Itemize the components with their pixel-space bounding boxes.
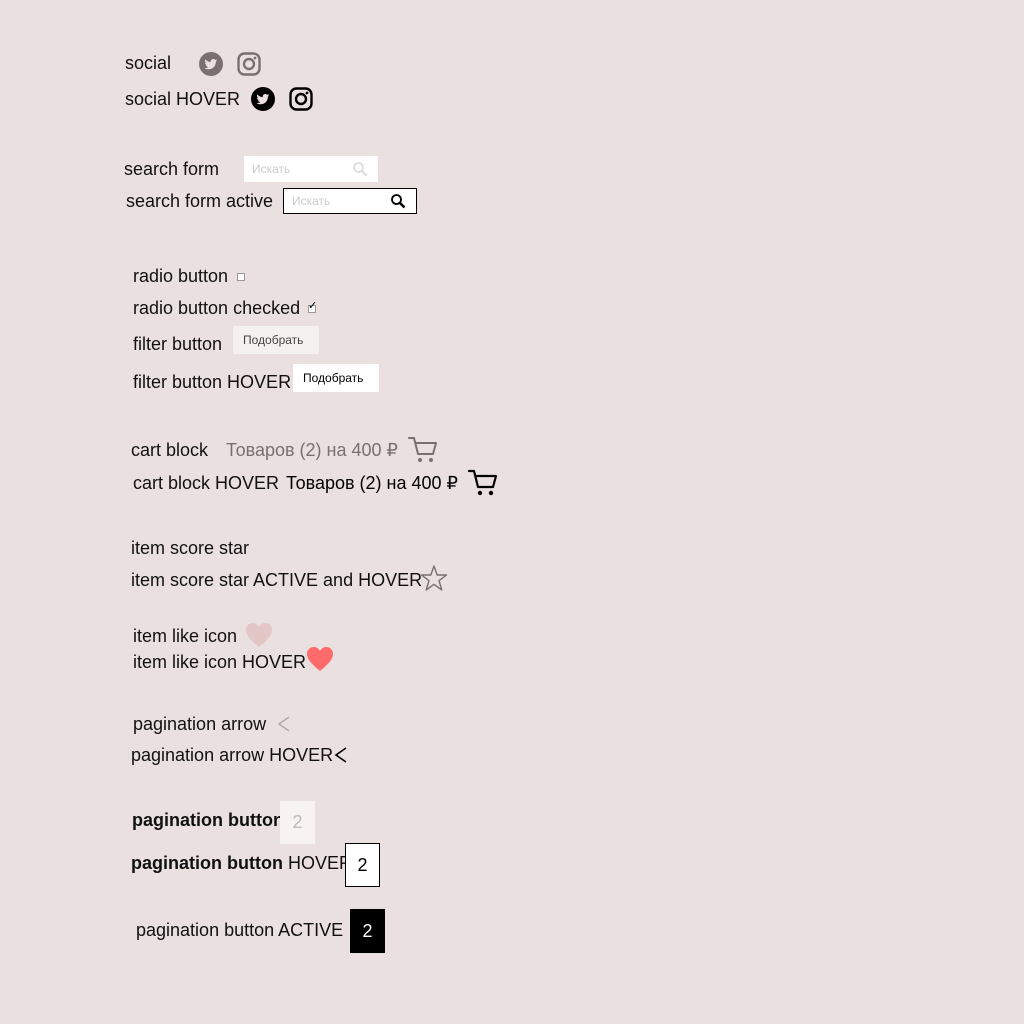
social-label: social <box>125 53 172 73</box>
twitter-icon[interactable] <box>251 87 275 111</box>
cart-block-hover-label: cart block HOVER <box>133 473 280 493</box>
item-score-star-label: item score star <box>131 538 250 558</box>
filter-button-hover-label: filter button HOVER <box>133 372 292 392</box>
search-icon[interactable] <box>390 193 406 209</box>
radio-button-checked[interactable]: ✓ <box>308 300 317 313</box>
pagination-button-label-bold: pagination button <box>131 853 283 873</box>
heart-icon[interactable] <box>245 622 273 648</box>
search-form-active <box>283 188 417 214</box>
pagination-button-hover[interactable]: 2 <box>345 843 380 887</box>
radio-button[interactable] <box>237 273 245 281</box>
pagination-arrow-label: pagination arrow <box>133 714 267 734</box>
item-like-icon-hover-label: item like icon HOVER <box>133 652 307 672</box>
cart-block-label: cart block <box>131 440 209 460</box>
chevron-left-icon[interactable] <box>277 715 291 733</box>
pagination-button-label-hover: HOVER <box>287 853 352 873</box>
pagination-button-hover-label: pagination button HOVER <box>131 853 352 873</box>
cart-summary[interactable]: Товаров (2) на 400 ₽ <box>226 440 398 460</box>
check-icon: ✓ <box>308 300 318 312</box>
cart-icon[interactable] <box>408 436 438 464</box>
search-input[interactable] <box>292 189 382 213</box>
pagination-button-active[interactable]: 2 <box>350 909 385 953</box>
star-icon[interactable] <box>420 565 448 591</box>
filter-button[interactable]: Подобрать <box>233 326 319 354</box>
cart-icon[interactable] <box>468 469 498 497</box>
search-icon[interactable] <box>352 161 368 177</box>
twitter-icon[interactable] <box>199 52 223 76</box>
item-score-star-active-label: item score star ACTIVE and HOVER <box>131 570 423 590</box>
pagination-button-active-label: pagination button ACTIVE <box>136 920 344 940</box>
search-form <box>244 156 378 182</box>
item-like-icon-label: item like icon <box>133 626 238 646</box>
search-input[interactable] <box>252 156 342 182</box>
heart-icon[interactable] <box>306 646 334 672</box>
search-form-active-label: search form active <box>126 191 274 211</box>
radio-button-checked-label: radio button checked <box>133 298 301 318</box>
pagination-button-label: pagination button <box>132 810 284 830</box>
filter-button-label: filter button <box>133 334 223 354</box>
pagination-arrow-hover-label: pagination arrow HOVER <box>131 745 334 765</box>
instagram-icon[interactable] <box>289 87 313 111</box>
social-hover-label: social HOVER <box>125 89 241 109</box>
filter-button-hover[interactable]: Подобрать <box>293 364 379 392</box>
cart-summary-hover[interactable]: Товаров (2) на 400 ₽ <box>286 473 458 493</box>
search-form-label: search form <box>124 159 220 179</box>
radio-button-label: radio button <box>133 266 229 286</box>
chevron-left-icon[interactable] <box>334 746 348 764</box>
pagination-button[interactable]: 2 <box>280 801 315 844</box>
instagram-icon[interactable] <box>237 52 261 76</box>
